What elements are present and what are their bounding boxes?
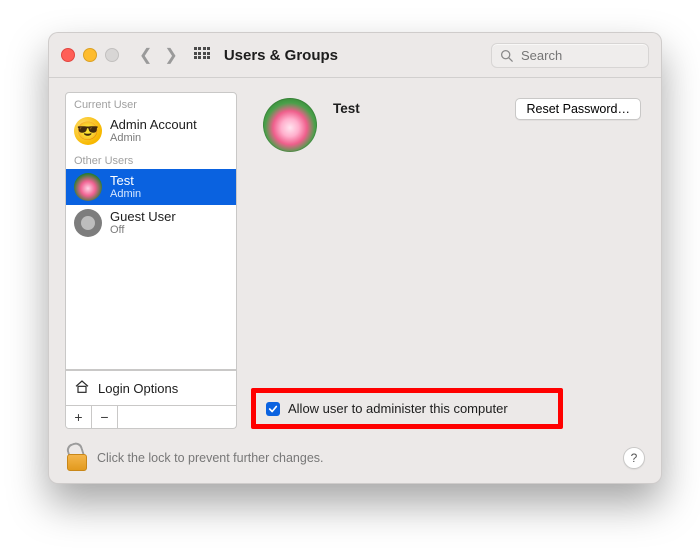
help-icon: ?: [631, 451, 638, 465]
profile-header: Test Reset Password…: [263, 98, 641, 152]
user-role-label: Admin: [110, 188, 141, 200]
home-icon: [74, 379, 90, 397]
allow-admin-checkbox[interactable]: [266, 402, 280, 416]
search-icon: [500, 49, 513, 62]
search-field[interactable]: [491, 43, 649, 68]
user-row-test[interactable]: Test Admin: [66, 169, 236, 205]
close-window-button[interactable]: [61, 48, 75, 62]
window-body: Current User 😎 Admin Account Admin Other…: [49, 78, 661, 435]
preferences-window: ❮ ❯ Users & Groups: [48, 32, 662, 484]
login-options-label: Login Options: [98, 381, 178, 396]
window-controls: [61, 48, 119, 62]
search-input[interactable]: [519, 47, 640, 64]
minimize-window-button[interactable]: [83, 48, 97, 62]
user-name-label: Test: [110, 174, 141, 188]
nav-forward-button[interactable]: ❯: [164, 45, 177, 65]
remove-user-button[interactable]: −: [92, 406, 118, 428]
reset-password-button[interactable]: Reset Password…: [515, 98, 641, 120]
lock-body-icon: [67, 454, 87, 471]
user-name-label: Admin Account: [110, 118, 197, 132]
user-row-guest[interactable]: Guest User Off: [66, 205, 236, 241]
checkmark-icon: [268, 404, 278, 414]
add-remove-bar: + −: [65, 406, 237, 429]
add-user-button[interactable]: +: [66, 406, 92, 428]
allow-admin-highlight: Allow user to administer this computer: [251, 388, 563, 429]
user-list: Current User 😎 Admin Account Admin Other…: [65, 92, 237, 370]
other-users-section-label: Other Users: [66, 149, 236, 169]
profile-name-label: Test: [333, 98, 499, 116]
user-role-label: Off: [110, 224, 176, 236]
avatar-icon: 😎: [74, 117, 102, 145]
allow-admin-label: Allow user to administer this computer: [288, 401, 508, 416]
lock-hint-label: Click the lock to prevent further change…: [97, 451, 324, 465]
lock-button[interactable]: [65, 445, 87, 471]
show-all-prefs-button[interactable]: [194, 47, 210, 63]
toolbar: ❮ ❯ Users & Groups: [49, 33, 661, 78]
window-title: Users & Groups: [224, 47, 338, 64]
users-sidebar: Current User 😎 Admin Account Admin Other…: [65, 92, 237, 429]
nav-back-button[interactable]: ❮: [139, 45, 152, 65]
footer: Click the lock to prevent further change…: [49, 435, 661, 483]
login-options-row[interactable]: Login Options: [65, 370, 237, 406]
nav-arrows: ❮ ❯: [135, 45, 182, 65]
avatar-icon: [74, 173, 102, 201]
profile-avatar[interactable]: [263, 98, 317, 152]
user-row-admin-account[interactable]: 😎 Admin Account Admin: [66, 113, 236, 149]
current-user-section-label: Current User: [66, 93, 236, 113]
avatar-icon: [74, 209, 102, 237]
zoom-window-button[interactable]: [105, 48, 119, 62]
user-name-label: Guest User: [110, 210, 176, 224]
help-button[interactable]: ?: [623, 447, 645, 469]
user-role-label: Admin: [110, 132, 197, 144]
user-detail-pane: Test Reset Password… Allow user to admin…: [255, 92, 645, 429]
